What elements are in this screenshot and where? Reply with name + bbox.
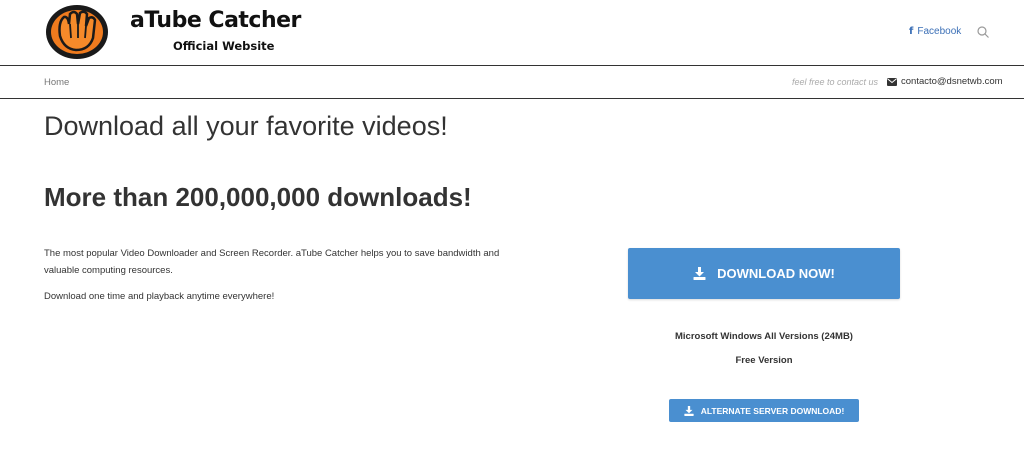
alternate-download-button[interactable]: ALTERNATE SERVER DOWNLOAD! [669,399,859,422]
download-icon [684,405,694,416]
page-title: Download all your favorite videos! [44,111,448,141]
subheader-bar: Home feel free to contact us contacto@ds… [0,67,1024,99]
edition-info: Free Version [735,355,793,366]
breadcrumb-home[interactable]: Home [44,77,69,88]
download-now-button[interactable]: DOWNLOAD NOW! [628,248,900,299]
logo-title: aTube Catcher [130,8,301,33]
logo-subtitle: Official Website [173,39,275,53]
intro-paragraph: The most popular Video Downloader and Sc… [44,248,500,276]
site-header: aTube Catcher Official Website f Faceboo… [0,0,1024,66]
envelope-icon [887,77,897,86]
contact-email-link[interactable]: contacto@dsnetwb.com [887,76,1003,87]
search-icon[interactable] [976,25,990,39]
contact-email: contacto@dsnetwb.com [901,76,1003,87]
facebook-link[interactable]: f Facebook [909,26,961,37]
facebook-icon: f [909,26,914,37]
tagline-paragraph: Download one time and playback anytime e… [44,291,275,302]
downloads-count-heading: More than 200,000,000 downloads! [44,182,472,212]
hand-logo-icon [46,5,108,59]
platform-info: Microsoft Windows All Versions (24MB) [675,331,853,342]
contact-note: feel free to contact us [792,77,879,87]
site-logo[interactable]: aTube Catcher Official Website [44,2,301,62]
alternate-download-label: ALTERNATE SERVER DOWNLOAD! [700,405,845,416]
download-now-label: DOWNLOAD NOW! [717,266,835,281]
facebook-label: Facebook [917,26,962,37]
download-icon [693,267,706,280]
